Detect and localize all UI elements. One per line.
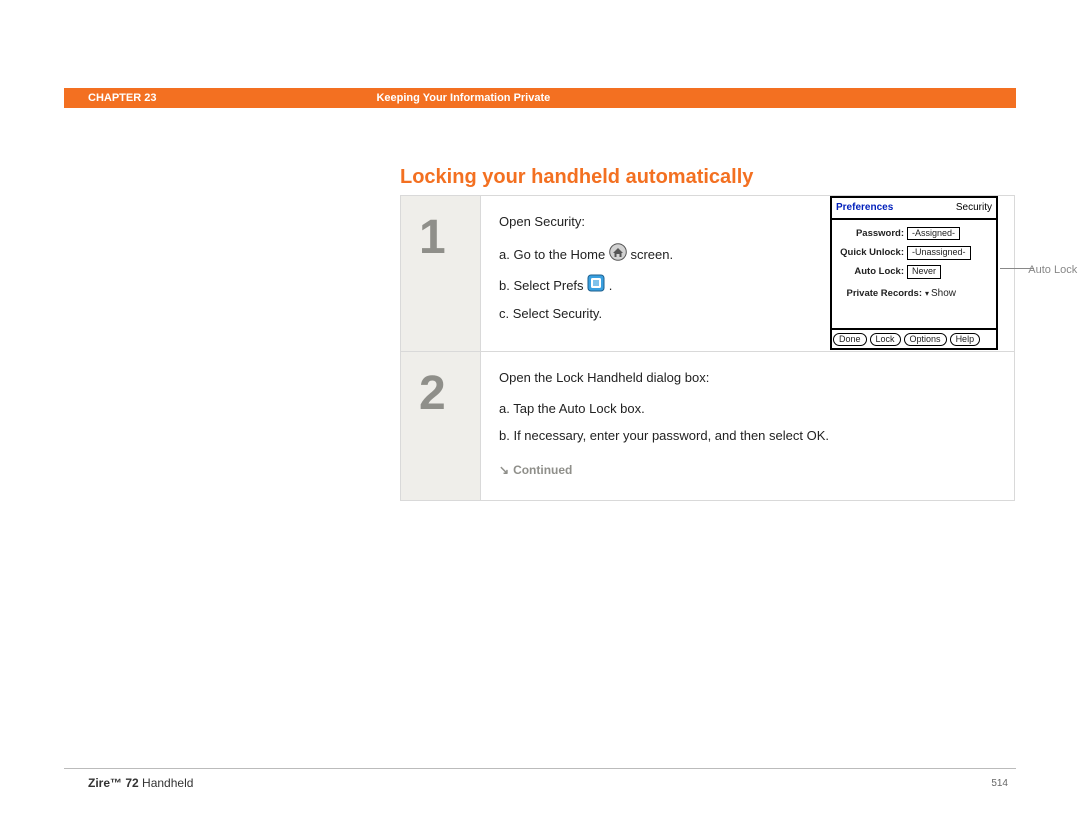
prefs-icon	[587, 274, 605, 299]
page-title: Locking your handheld automatically	[400, 166, 753, 189]
palm-title-left: Preferences	[836, 200, 893, 216]
step-body: Open the Lock Handheld dialog box: a. Ta…	[481, 352, 1014, 500]
step-number: 1	[419, 214, 462, 262]
step-number-cell: 1	[401, 196, 481, 351]
footer-product: Zire™ 72 Handheld	[88, 776, 193, 790]
substep-text: b. Select Prefs	[499, 277, 587, 292]
footer-rule	[64, 768, 1016, 769]
callout-label: Auto Lock box	[1028, 262, 1080, 280]
step-row: 1 Open Security: a. Go to the Home scree…	[401, 196, 1014, 351]
step-number: 2	[419, 370, 462, 418]
home-icon	[609, 243, 627, 268]
palm-row-quickunlock: Quick Unlock: -Unassigned-	[836, 245, 992, 260]
palm-window: Preferences Security Password: -Assigned…	[830, 196, 998, 350]
palm-button-row: Done Lock Options Help	[832, 328, 996, 348]
substep: b. If necessary, enter your password, an…	[499, 426, 996, 447]
palm-button-done: Done	[833, 333, 867, 346]
substep-text: .	[609, 277, 613, 292]
step-lead: Open the Lock Handheld dialog box:	[499, 368, 996, 389]
footer-product-bold: Zire™ 72	[88, 776, 139, 790]
step-row: 2 Open the Lock Handheld dialog box: a. …	[401, 351, 1014, 500]
palm-screenshot: Preferences Security Password: -Assigned…	[830, 196, 998, 350]
palm-dropdown: Show	[925, 286, 956, 302]
palm-label: Password:	[836, 226, 904, 241]
palm-autolock-box: Never	[907, 265, 941, 279]
continued-text: Continued	[513, 463, 572, 477]
palm-title-right: Security	[956, 200, 992, 216]
chapter-title: Keeping Your Information Private	[376, 92, 550, 104]
palm-button-options: Options	[904, 333, 947, 346]
substep: a. Tap the Auto Lock box.	[499, 399, 996, 420]
palm-label: Quick Unlock:	[836, 245, 904, 260]
substep-text: a. Go to the Home	[499, 247, 609, 262]
palm-button-lock: Lock	[870, 333, 901, 346]
continued-indicator: ↘ Continued	[499, 461, 996, 480]
palm-titlebar: Preferences Security	[832, 198, 996, 220]
palm-row-password: Password: -Assigned-	[836, 226, 992, 241]
palm-value-box: -Unassigned-	[907, 246, 971, 260]
substep-list: a. Tap the Auto Lock box. b. If necessar…	[499, 399, 996, 447]
step-number-cell: 2	[401, 352, 481, 500]
page-number: 514	[991, 778, 1008, 789]
palm-row-private: Private Records: Show	[836, 286, 992, 302]
steps-container: 1 Open Security: a. Go to the Home scree…	[400, 195, 1015, 501]
chapter-number: CHAPTER 23	[88, 92, 156, 104]
palm-label: Auto Lock:	[836, 264, 904, 279]
palm-button-help: Help	[950, 333, 981, 346]
continued-arrow-icon: ↘	[499, 461, 509, 480]
palm-body: Password: -Assigned- Quick Unlock: -Unas…	[832, 220, 996, 328]
substep-text: screen.	[630, 247, 673, 262]
palm-row-autolock: Auto Lock: Never	[836, 264, 992, 279]
palm-value-box: -Assigned-	[907, 227, 960, 241]
step-body: Open Security: a. Go to the Home screen.…	[481, 196, 1014, 351]
chapter-header: CHAPTER 23 Keeping Your Information Priv…	[64, 88, 1016, 108]
palm-label: Private Records:	[836, 286, 922, 301]
footer-product-rest: Handheld	[139, 776, 194, 790]
